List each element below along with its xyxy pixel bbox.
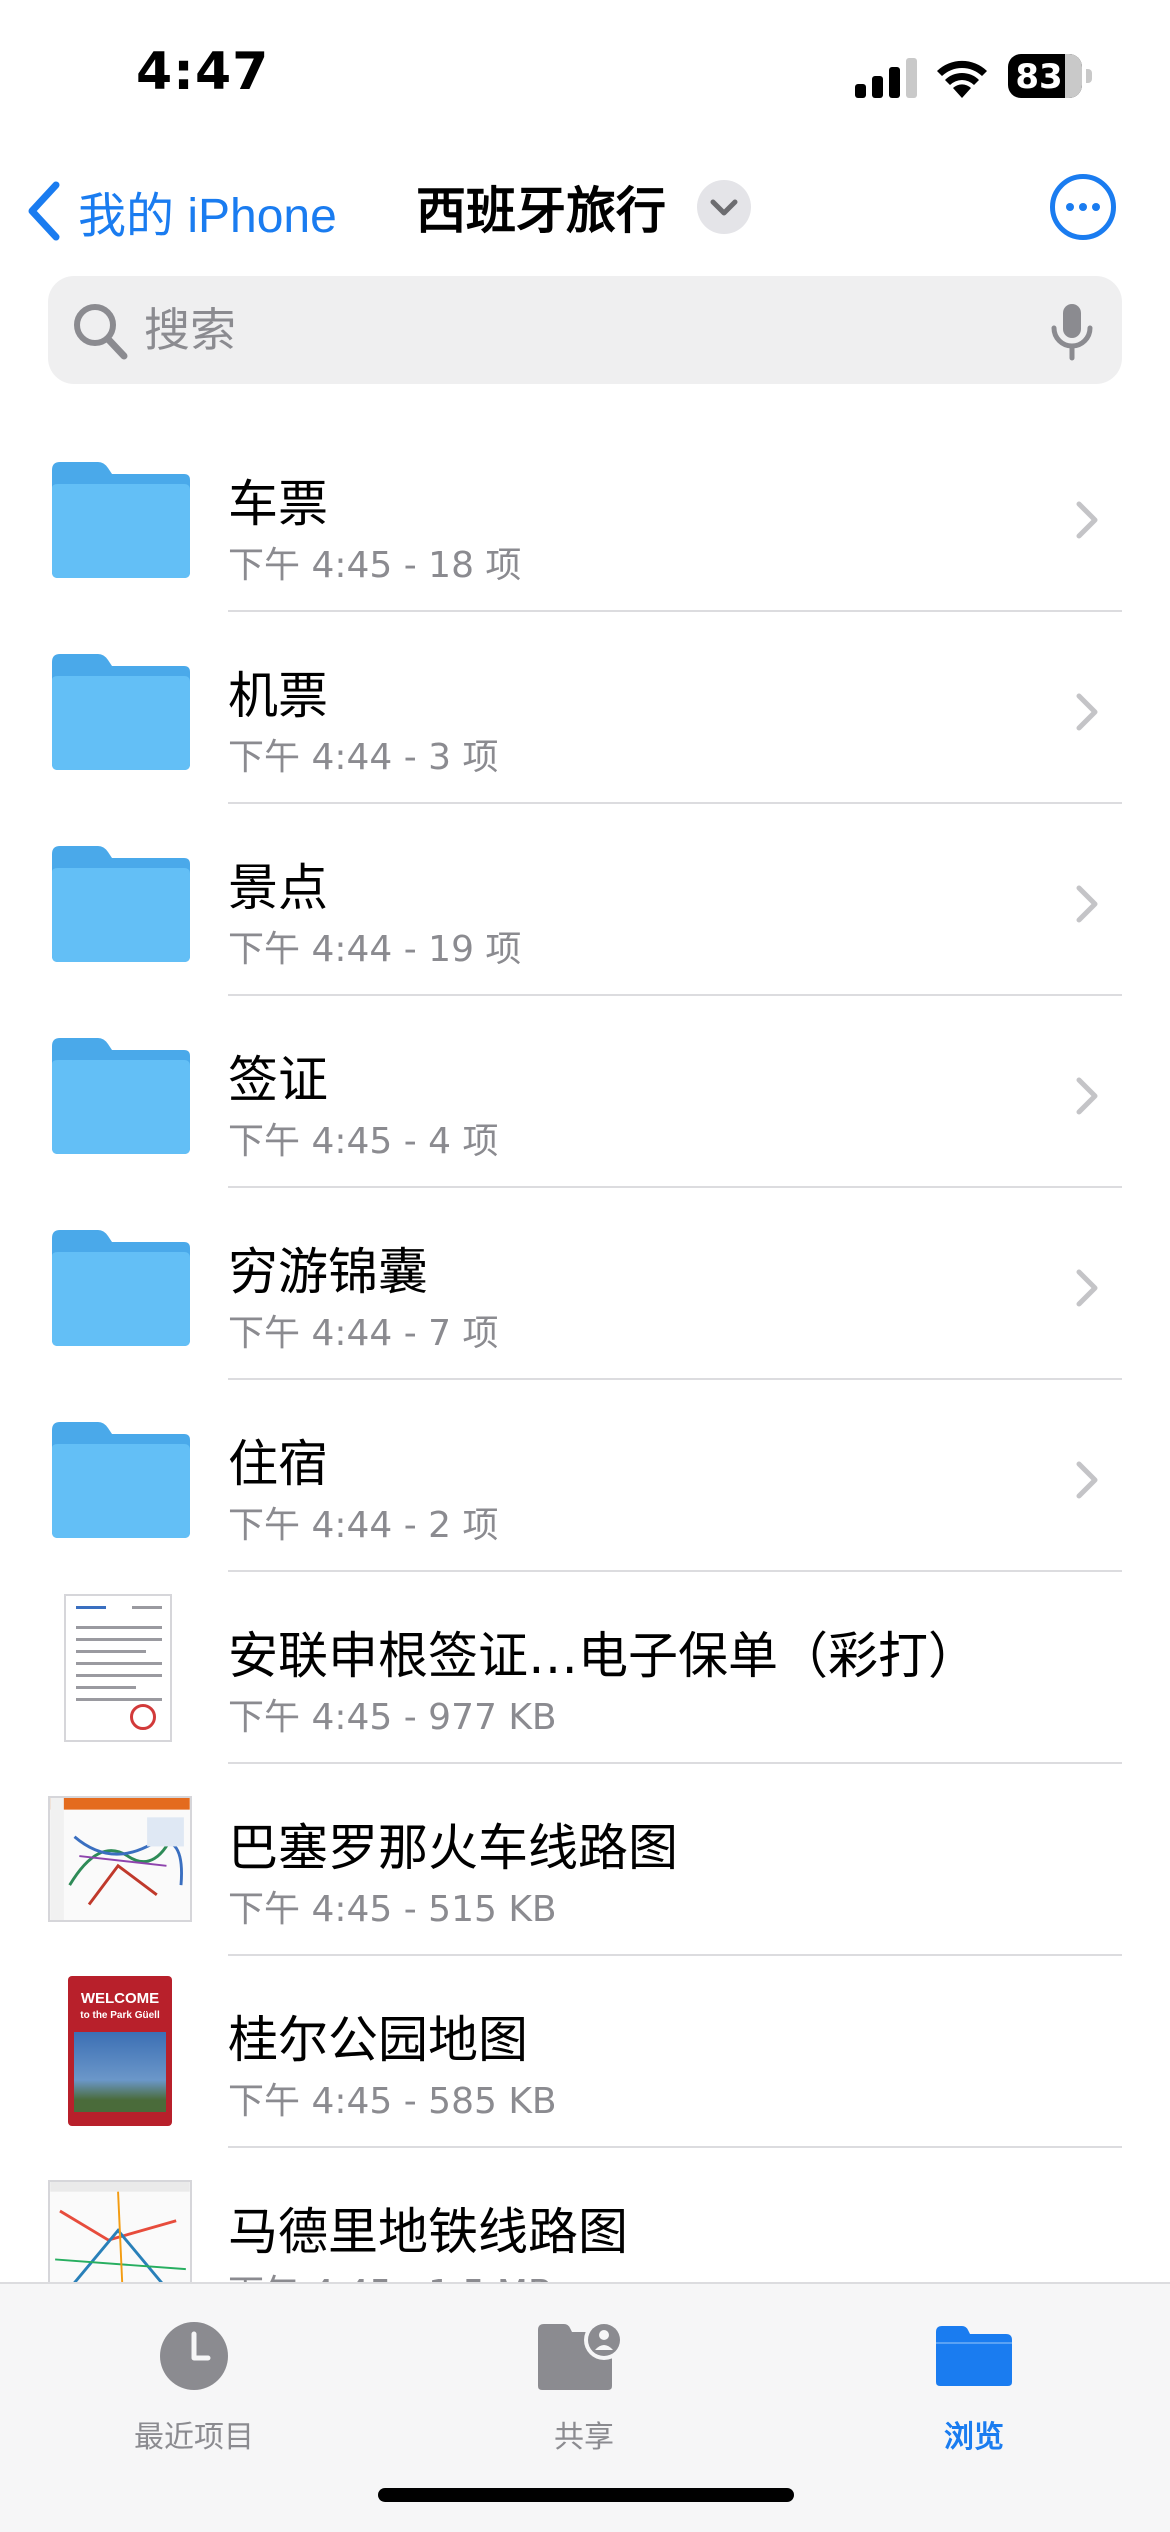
item-meta: 下午 4:45 - 515 KB <box>228 1889 557 1930</box>
list-item[interactable]: 车票 下午 4:45 - 18 项 <box>0 420 1170 612</box>
chevron-right-icon <box>1076 1077 1098 1115</box>
search-input[interactable] <box>144 296 1044 364</box>
item-name: 安联申根签证…电子保单（彩打） <box>228 1627 978 1685</box>
folder-icon <box>936 2326 1012 2386</box>
page-title[interactable]: 西班牙旅行 <box>416 176 666 246</box>
poster-subtitle: to the Park Güell <box>80 2010 160 2021</box>
chevron-right-icon <box>1076 885 1098 923</box>
item-meta: 下午 4:44 - 19 项 <box>228 929 522 970</box>
tab-recents[interactable]: 最近项目 <box>84 2304 304 2455</box>
item-meta: 下午 4:44 - 7 项 <box>228 1313 499 1354</box>
item-name: 车票 <box>228 475 328 533</box>
item-name: 穷游锦囊 <box>228 1243 428 1301</box>
poster-title: WELCOME <box>80 1990 160 2007</box>
more-options-button[interactable] <box>1050 174 1116 240</box>
item-name: 马德里地铁线路图 <box>228 2203 628 2261</box>
list-item[interactable]: 景点 下午 4:44 - 19 项 <box>0 804 1170 996</box>
item-meta: 下午 4:45 - 977 KB <box>228 1697 557 1738</box>
search-bar <box>48 276 1122 384</box>
list-item[interactable]: 签证 下午 4:45 - 4 项 <box>0 996 1170 1188</box>
tab-label: 浏览 <box>944 2420 1004 2455</box>
folder-icon <box>52 1422 190 1538</box>
poster-photo <box>74 2032 166 2112</box>
item-name: 住宿 <box>228 1435 328 1493</box>
folder-icon <box>52 654 190 770</box>
chevron-right-icon <box>1076 1269 1098 1307</box>
folder-icon <box>52 462 190 578</box>
item-meta: 下午 4:45 - 18 项 <box>228 545 522 586</box>
park-guell-poster-thumbnail: WELCOME to the Park Güell <box>68 1976 172 2126</box>
home-indicator[interactable] <box>378 2488 794 2502</box>
list-item[interactable]: 机票 下午 4:44 - 3 项 <box>0 612 1170 804</box>
clock-icon <box>160 2322 228 2390</box>
back-label: 我的 iPhone <box>78 190 337 243</box>
list-item[interactable]: 穷游锦囊 下午 4:44 - 7 项 <box>0 1188 1170 1380</box>
list-item[interactable]: 安联申根签证…电子保单（彩打） 下午 4:45 - 977 KB <box>0 1572 1170 1764</box>
pdf-document-thumbnail <box>64 1594 172 1742</box>
item-name: 签证 <box>228 1051 328 1109</box>
status-bar: 4:47 83 <box>0 0 1170 150</box>
search-icon <box>74 304 128 360</box>
battery-icon: 83 <box>1008 54 1092 98</box>
chevron-right-icon <box>1076 501 1098 539</box>
list-item[interactable]: 巴塞罗那火车线路图 下午 4:45 - 515 KB <box>0 1764 1170 1956</box>
list-item[interactable]: WELCOME to the Park Güell 桂尔公园地图 下午 4:45… <box>0 1956 1170 2148</box>
folder-icon <box>52 846 190 962</box>
navigation-bar: 我的 iPhone 西班牙旅行 <box>0 150 1170 270</box>
shared-folder-icon <box>538 2320 624 2390</box>
tab-shared[interactable]: 共享 <box>474 2304 694 2455</box>
list-item[interactable]: 住宿 下午 4:44 - 2 项 <box>0 1380 1170 1572</box>
back-button[interactable]: 我的 iPhone <box>24 176 337 246</box>
microphone-icon[interactable] <box>1048 302 1096 362</box>
item-meta: 下午 4:44 - 3 项 <box>228 737 499 778</box>
wifi-icon <box>937 60 987 98</box>
chevron-left-icon <box>28 181 60 241</box>
item-meta: 下午 4:45 - 1.5 MB <box>228 2264 553 2282</box>
folder-icon <box>52 1230 190 1346</box>
chevron-right-icon <box>1076 1461 1098 1499</box>
item-meta: 下午 4:45 - 585 KB <box>228 2081 557 2122</box>
title-menu-button[interactable] <box>697 180 751 234</box>
folder-icon <box>52 1038 190 1154</box>
ellipsis-icon <box>1066 203 1074 211</box>
tab-label: 共享 <box>554 2420 614 2455</box>
status-time: 4:47 <box>136 42 270 102</box>
cellular-signal-icon <box>855 58 917 98</box>
train-map-thumbnail <box>48 1796 192 1922</box>
battery-level: 83 <box>1015 57 1063 97</box>
metro-map-thumbnail <box>48 2180 192 2282</box>
chevron-right-icon <box>1076 693 1098 731</box>
item-name: 桂尔公园地图 <box>228 2011 528 2069</box>
item-name: 机票 <box>228 667 328 725</box>
item-name: 景点 <box>228 859 328 917</box>
file-list: 车票 下午 4:45 - 18 项 机票 下午 4:44 - 3 项 景点 下午… <box>0 420 1170 2282</box>
chevron-down-icon <box>710 199 738 216</box>
item-meta: 下午 4:45 - 4 项 <box>228 1121 499 1162</box>
tab-label: 最近项目 <box>134 2420 254 2455</box>
list-item[interactable]: 马德里地铁线路图 下午 4:45 - 1.5 MB <box>0 2148 1170 2282</box>
item-meta: 下午 4:44 - 2 项 <box>228 1505 499 1546</box>
item-name: 巴塞罗那火车线路图 <box>228 1819 678 1877</box>
tab-browse[interactable]: 浏览 <box>864 2304 1084 2455</box>
